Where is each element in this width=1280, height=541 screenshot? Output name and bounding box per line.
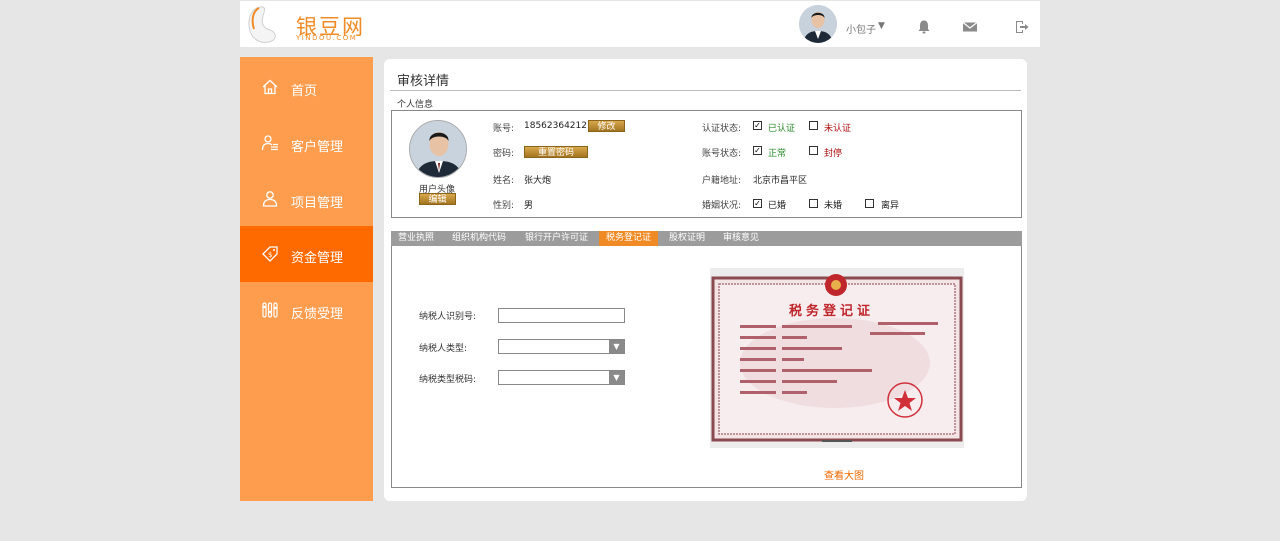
auth-unverified-text: 未认证 [824,124,852,134]
header-avatar[interactable] [799,5,837,43]
section-title: 个人信息 [397,100,434,110]
auth-verified-text: 已认证 [768,124,796,134]
main-panel: 审核详情 个人信息 用户头像 编辑 账号: 18562364212 修改 密码:… [384,59,1027,501]
address-value: 北京市昌平区 [753,176,808,186]
reset-password-button[interactable]: 重置密码 [524,146,588,158]
gender-label: 性别: [493,201,515,211]
married-checkbox[interactable]: ✓ [753,199,762,208]
certificate-title: 税务登记证 [789,304,875,319]
page-title: 审核详情 [397,74,450,89]
auth-verified-checkbox[interactable]: ✓ [753,121,762,130]
tab-business-license[interactable]: 营业执照 [391,231,441,246]
account-status-label: 账号状态: [702,149,742,159]
password-label: 密码: [493,149,515,159]
status-normal-checkbox[interactable]: ✓ [753,146,762,155]
dropdown-arrow-icon[interactable]: ▼ [609,340,624,353]
taxpayer-type-label: 纳税人类型: [419,344,468,354]
modify-account-button[interactable]: 修改 [588,120,625,132]
money-tag-icon: $ [262,246,278,262]
sidebar-item-label: 项目管理 [291,196,344,211]
mail-icon[interactable] [962,19,978,35]
name-label: 姓名: [493,176,515,186]
sidebar-item-projects[interactable]: 项目管理 [240,171,373,227]
sidebar-item-label: 客户管理 [291,140,344,155]
gender-value: 男 [524,201,534,211]
logout-icon[interactable] [1014,19,1030,35]
taxpayer-id-input[interactable] [498,308,625,323]
address-label: 户籍地址: [702,176,742,186]
auth-status-label: 认证状态: [702,124,742,134]
user-list-icon [261,135,278,151]
tab-org-code[interactable]: 组织机构代码 [445,231,513,246]
title-divider [390,90,1021,91]
dropdown-arrow-icon[interactable]: ▼ [609,371,624,384]
logo[interactable]: 银豆网 YINDOU.COM [246,5,376,45]
tab-review-opinion[interactable]: 审核意见 [716,231,766,246]
tax-type-code-select[interactable]: ▼ [498,370,625,385]
status-normal-text: 正常 [768,149,787,159]
name-value: 张大炮 [524,176,552,186]
sidebar-item-feedback[interactable]: 反馈受理 [240,282,373,338]
taxpayer-type-select[interactable]: ▼ [498,339,625,354]
divorced-checkbox[interactable] [865,199,874,208]
user-menu-caret-icon[interactable]: ▼ [878,21,885,31]
account-value: 18562364212 [524,121,587,131]
person-portrait-icon [799,5,837,43]
logo-bean-icon [248,6,276,44]
person-portrait-icon [410,121,466,177]
document-tabs: 营业执照 组织机构代码 银行开户许可证 税务登记证 股权证明 审核意见 [391,231,1022,246]
user-avatar [409,120,467,178]
married-text: 已婚 [768,201,787,211]
tab-bank-license[interactable]: 银行开户许可证 [518,231,595,246]
sidebar-item-home[interactable]: 首页 [240,59,373,115]
home-icon [262,79,278,95]
view-large-link[interactable]: 查看大图 [824,467,864,482]
status-blocked-text: 封停 [824,149,843,159]
personal-info-box: 用户头像 编辑 账号: 18562364212 修改 密码: 重置密码 姓名: … [391,110,1022,218]
account-label: 账号: [493,124,515,134]
tab-panel-tax-registration: 纳税人识别号: 纳税人类型: ▼ 纳税类型税码: ▼ 税务登记证 查看大图 [391,246,1022,488]
divorced-text: 离异 [881,201,900,211]
auth-unverified-checkbox[interactable] [809,121,818,130]
sidebar-item-label: 首页 [291,84,318,99]
sidebar-item-funds[interactable]: $ 资金管理 [240,226,373,282]
status-blocked-checkbox[interactable] [809,146,818,155]
single-text: 未婚 [824,201,843,211]
taxpayer-id-label: 纳税人识别号: [419,312,477,322]
sidebar: 首页 客户管理 项目管理 $ 资金管理 反馈受理 [240,57,373,501]
certificate-graphic [711,274,963,442]
top-header: 银豆网 YINDOU.COM 小包子 ▼ [240,1,1040,47]
header-username[interactable]: 小包子 [846,21,876,36]
tab-tax-registration[interactable]: 税务登记证 [599,231,659,246]
logo-subtext: YINDOU.COM [296,34,358,42]
tab-equity-proof[interactable]: 股权证明 [662,231,712,246]
sidebar-item-customers[interactable]: 客户管理 [240,115,373,171]
sidebar-item-label: 资金管理 [291,251,344,266]
marital-status-label: 婚姻状况: [702,201,742,211]
tax-type-code-label: 纳税类型税码: [419,375,477,385]
edit-avatar-button[interactable]: 编辑 [419,193,456,205]
bell-icon[interactable] [916,19,932,35]
single-checkbox[interactable] [809,199,818,208]
svg-text:$: $ [268,251,272,259]
sidebar-item-label: 反馈受理 [291,307,344,322]
tax-certificate-image[interactable]: 税务登记证 [710,268,964,448]
sliders-icon [262,302,278,318]
user-icon [262,191,278,207]
